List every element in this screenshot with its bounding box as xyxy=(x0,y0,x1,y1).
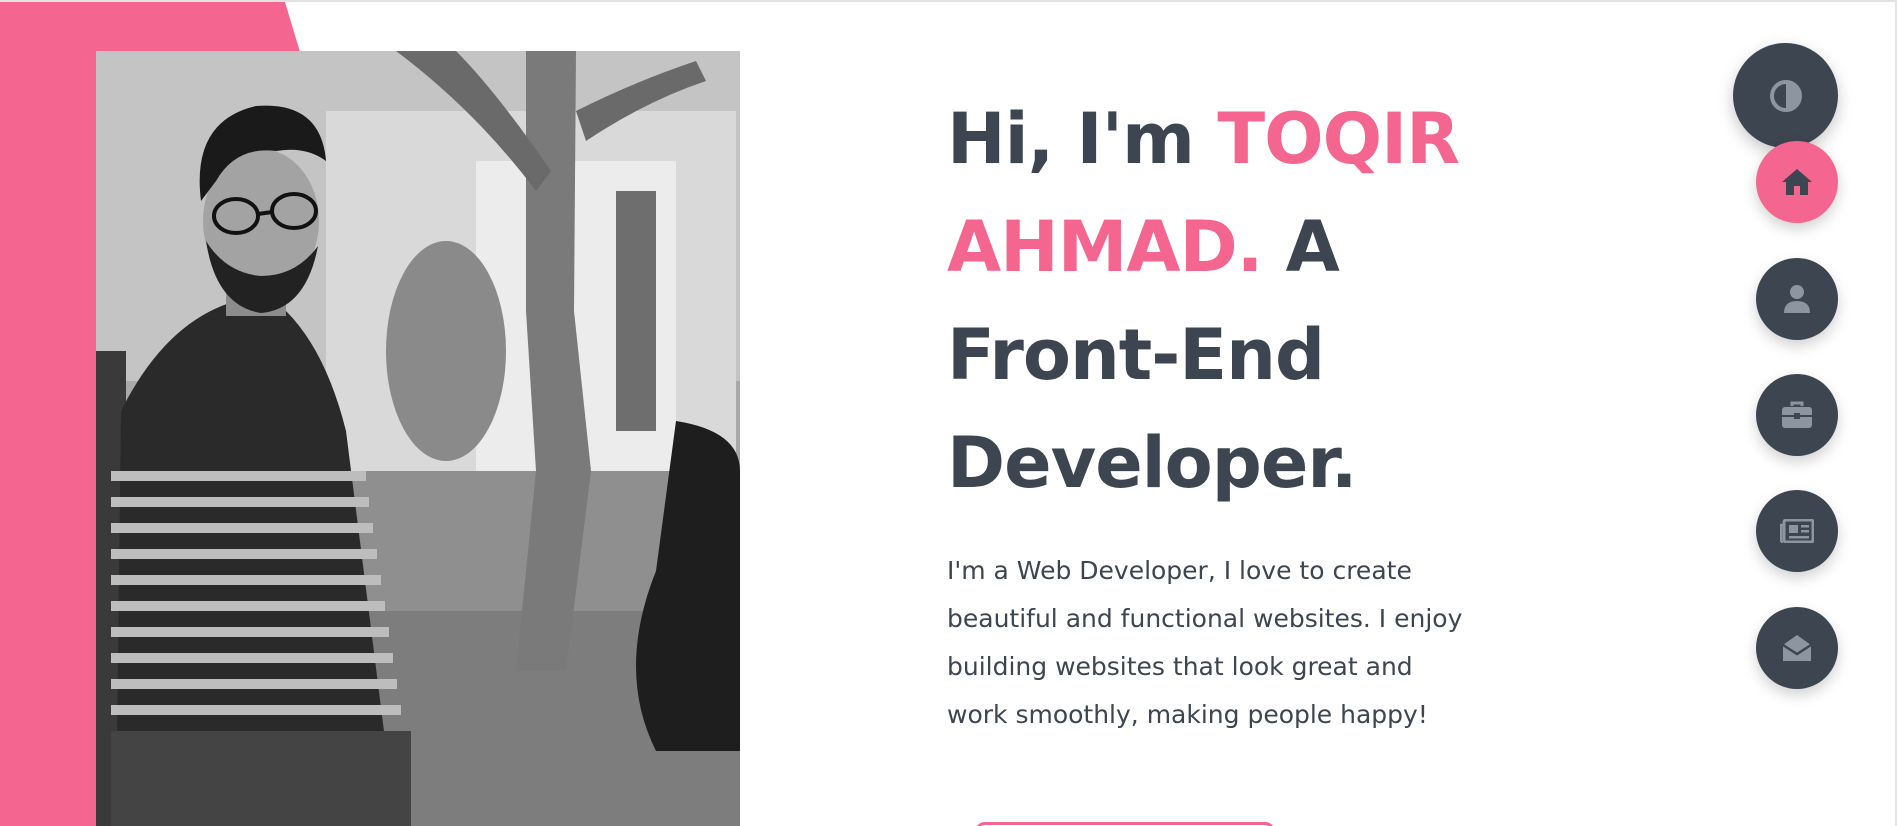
hero-section: Hi, I'm TOQIR AHMAD. A Front-End Developer.… xyxy=(947,85,1507,739)
headline-first-name: TOQIR xyxy=(1217,98,1460,180)
headline-last-name: AHMAD. xyxy=(947,206,1263,288)
newspaper-icon xyxy=(1780,519,1814,543)
headline-greeting: Hi, I'm xyxy=(947,98,1218,180)
profile-photo xyxy=(96,51,740,826)
nav-blog-button[interactable] xyxy=(1756,490,1838,572)
user-icon xyxy=(1784,285,1810,313)
headline-role-2: Developer. xyxy=(947,422,1357,504)
hero-headline: Hi, I'm TOQIR AHMAD. A Front-End Developer. xyxy=(947,85,1507,517)
theme-toggle-button[interactable] xyxy=(1733,43,1838,148)
nav-home-button[interactable] xyxy=(1756,141,1838,223)
headline-article: A xyxy=(1262,206,1340,288)
top-border xyxy=(0,0,1897,2)
nav-portfolio-button[interactable] xyxy=(1756,374,1838,456)
envelope-open-icon xyxy=(1782,635,1812,661)
home-icon xyxy=(1782,169,1812,195)
nav-contact-button[interactable] xyxy=(1756,607,1838,689)
home-page: Hi, I'm TOQIR AHMAD. A Front-End Developer.… xyxy=(0,0,1897,826)
more-about-me-button[interactable] xyxy=(975,822,1275,826)
contrast-icon xyxy=(1769,79,1802,112)
hero-intro-text: I'm a Web Developer, I love to create be… xyxy=(947,556,1463,729)
headline-role-1: Front-End xyxy=(947,314,1325,396)
nav-about-button[interactable] xyxy=(1756,258,1838,340)
briefcase-icon xyxy=(1782,401,1812,428)
